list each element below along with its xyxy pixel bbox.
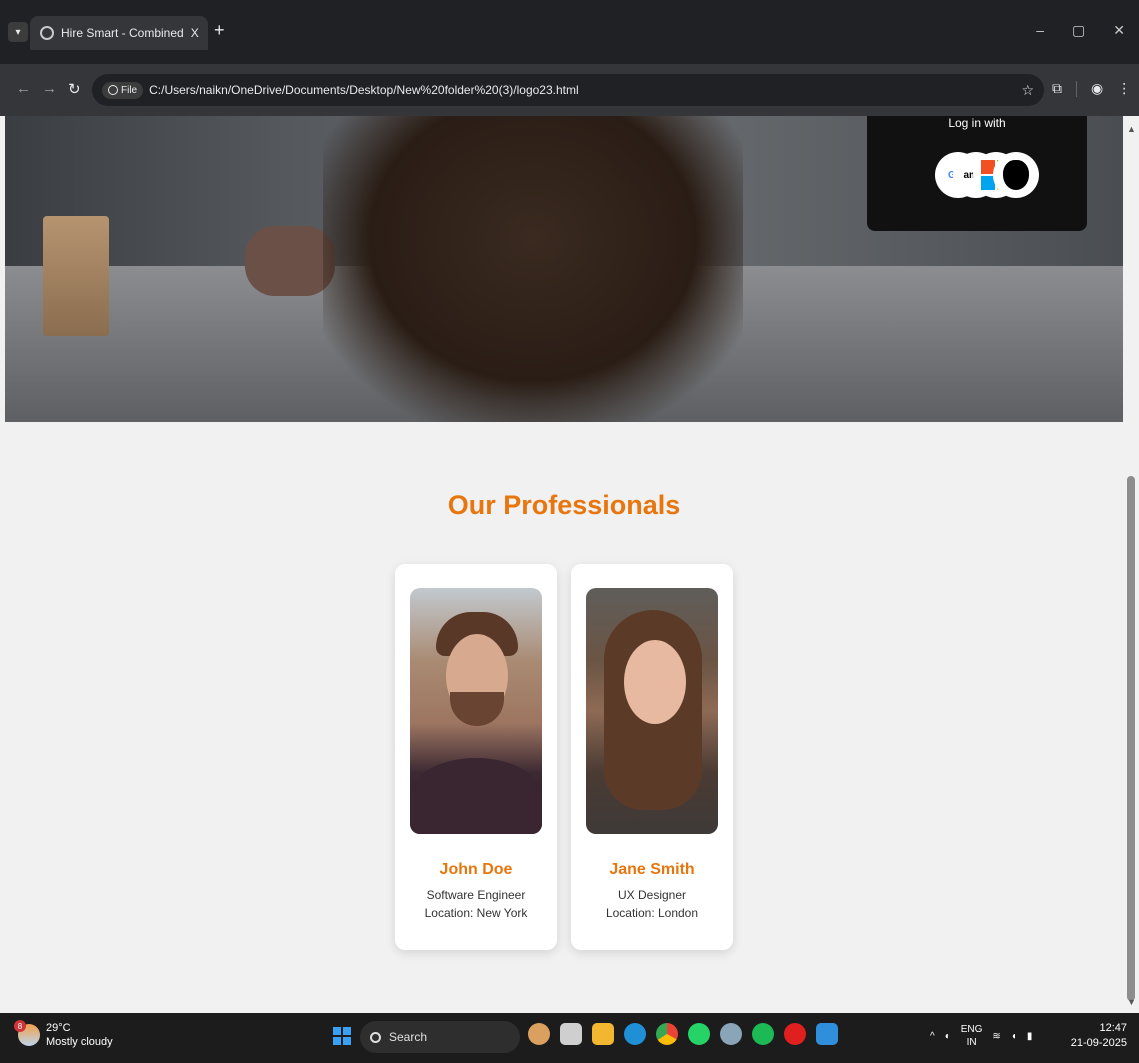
- weather-widget[interactable]: 8 29°C Mostly cloudy: [14, 1020, 113, 1049]
- hero-hand: [245, 226, 335, 296]
- bookmark-star-icon[interactable]: ☆: [1021, 82, 1034, 99]
- scroll-up-arrow-icon[interactable]: ▲: [1127, 124, 1136, 134]
- toolbar-right-actions: ⧉ ◉ ⋮: [1052, 80, 1131, 97]
- browser-toolbar: ← → ↻ File C:/Users/naikn/OneDrive/Docum…: [0, 64, 1139, 116]
- wifi-icon[interactable]: ≋: [992, 1031, 1000, 1042]
- hero-person-hair: [323, 116, 743, 422]
- close-window-icon[interactable]: ✕: [1113, 22, 1125, 39]
- login-with-label: Log in with: [948, 116, 1006, 130]
- professional-name: Jane Smith: [609, 861, 695, 878]
- apple-login-icon[interactable]: [993, 152, 1039, 198]
- weather-icon: 8: [14, 1020, 40, 1046]
- clock-time: 12:47: [1099, 1022, 1127, 1034]
- language-indicator[interactable]: ENG IN: [961, 1023, 983, 1049]
- browser-tab-strip: ▾ Hire Smart - Combined X + – ▢ ✕: [0, 0, 1139, 64]
- spotify-icon[interactable]: [752, 1023, 774, 1045]
- search-icon: [370, 1031, 381, 1043]
- windows-taskbar: 8 29°C Mostly cloudy Search ^ ◐ ENG IN ≋…: [0, 1013, 1139, 1063]
- professional-name: John Doe: [439, 861, 513, 878]
- professional-photo: [586, 588, 718, 834]
- apple-logo-shape: [1003, 160, 1029, 190]
- taskbar-clock[interactable]: 12:47 21-09-2025: [1071, 1021, 1127, 1051]
- toolbar-divider: [1076, 80, 1077, 97]
- photo-beard: [450, 692, 504, 726]
- back-icon[interactable]: ←: [16, 80, 31, 97]
- site-info-chip[interactable]: File: [102, 81, 144, 99]
- restore-icon[interactable]: ▢: [1072, 22, 1085, 39]
- weather-condition: Mostly cloudy: [46, 1036, 113, 1048]
- professional-card[interactable]: John Doe Software Engineer Location: New…: [395, 564, 557, 950]
- whatsapp-icon[interactable]: [688, 1023, 710, 1045]
- file-explorer-icon[interactable]: [592, 1023, 614, 1045]
- tray-chevron-icon[interactable]: ^: [930, 1031, 935, 1042]
- weather-badge: 8: [14, 1020, 26, 1032]
- vscode-icon[interactable]: [816, 1023, 838, 1045]
- professional-photo: [410, 588, 542, 834]
- tab-title: Hire Smart - Combined: [61, 26, 184, 40]
- professional-role: UX Designer: [617, 888, 687, 902]
- volume-icon[interactable]: ◖: [1011, 1031, 1017, 1042]
- url-text[interactable]: C:/Users/naikn/OneDrive/Documents/Deskto…: [149, 83, 1015, 97]
- menu-kebab-icon[interactable]: ⋮: [1117, 80, 1131, 97]
- task-view-icon[interactable]: [560, 1023, 582, 1045]
- settings-gear-icon[interactable]: [720, 1023, 742, 1045]
- reload-icon[interactable]: ↻: [68, 80, 81, 98]
- region-code: IN: [966, 1037, 977, 1048]
- clock-date: 21-09-2025: [1070, 1037, 1127, 1049]
- scroll-thumb[interactable]: [1127, 476, 1135, 1001]
- search-label: Search: [389, 1030, 428, 1044]
- file-label: File: [121, 84, 138, 96]
- battery-icon[interactable]: ▮: [1027, 1031, 1033, 1042]
- tray-app-icon[interactable]: ◐: [945, 1031, 951, 1042]
- tab-search-dropdown-icon[interactable]: ▾: [8, 22, 28, 42]
- taskbar-search[interactable]: Search: [360, 1021, 520, 1053]
- scroll-down-arrow-icon[interactable]: ▼: [1127, 997, 1136, 1007]
- login-provider-logos: Goo amaz: [935, 152, 1039, 198]
- new-tab-button[interactable]: +: [214, 20, 225, 41]
- language-code: ENG: [960, 1024, 983, 1035]
- copilot-icon[interactable]: [528, 1023, 550, 1045]
- address-bar[interactable]: File C:/Users/naikn/OneDrive/Documents/D…: [92, 74, 1044, 106]
- hero-coffee-cup: [43, 216, 109, 336]
- browser-tab[interactable]: Hire Smart - Combined X: [30, 16, 208, 50]
- extensions-icon[interactable]: ⧉: [1052, 80, 1062, 97]
- windows-start-icon[interactable]: [333, 1027, 351, 1045]
- globe-icon: [40, 26, 54, 40]
- section-title: Our Professionals: [447, 490, 681, 520]
- photo-shirt: [410, 758, 542, 834]
- page-viewport: Log in with Goo amaz Our Professionals J…: [0, 116, 1123, 1013]
- page-scrollbar[interactable]: ▲ ▼: [1123, 116, 1139, 1013]
- professional-card[interactable]: Jane Smith UX Designer Location: London: [571, 564, 733, 950]
- window-controls: – ▢ ✕: [1036, 22, 1125, 39]
- weather-temperature: 29°C: [46, 1022, 71, 1034]
- profile-icon[interactable]: ◉: [1091, 80, 1103, 97]
- taskbar-app-icons: [528, 1023, 838, 1045]
- opera-icon[interactable]: [784, 1023, 806, 1045]
- professional-location: Location: London: [605, 906, 699, 920]
- forward-icon[interactable]: →: [42, 80, 57, 97]
- system-tray: ^ ◐ ENG IN ≋ ◖ ▮: [930, 1023, 1032, 1049]
- photo-face: [624, 640, 686, 724]
- minimize-icon[interactable]: –: [1036, 22, 1044, 39]
- info-icon: [108, 85, 118, 95]
- chrome-icon[interactable]: [656, 1023, 678, 1045]
- tab-close-button[interactable]: X: [191, 26, 199, 40]
- login-panel: Log in with Goo amaz: [867, 116, 1087, 231]
- professional-location: Location: New York: [424, 906, 528, 920]
- edge-icon[interactable]: [624, 1023, 646, 1045]
- professional-role: Software Engineer: [426, 888, 526, 902]
